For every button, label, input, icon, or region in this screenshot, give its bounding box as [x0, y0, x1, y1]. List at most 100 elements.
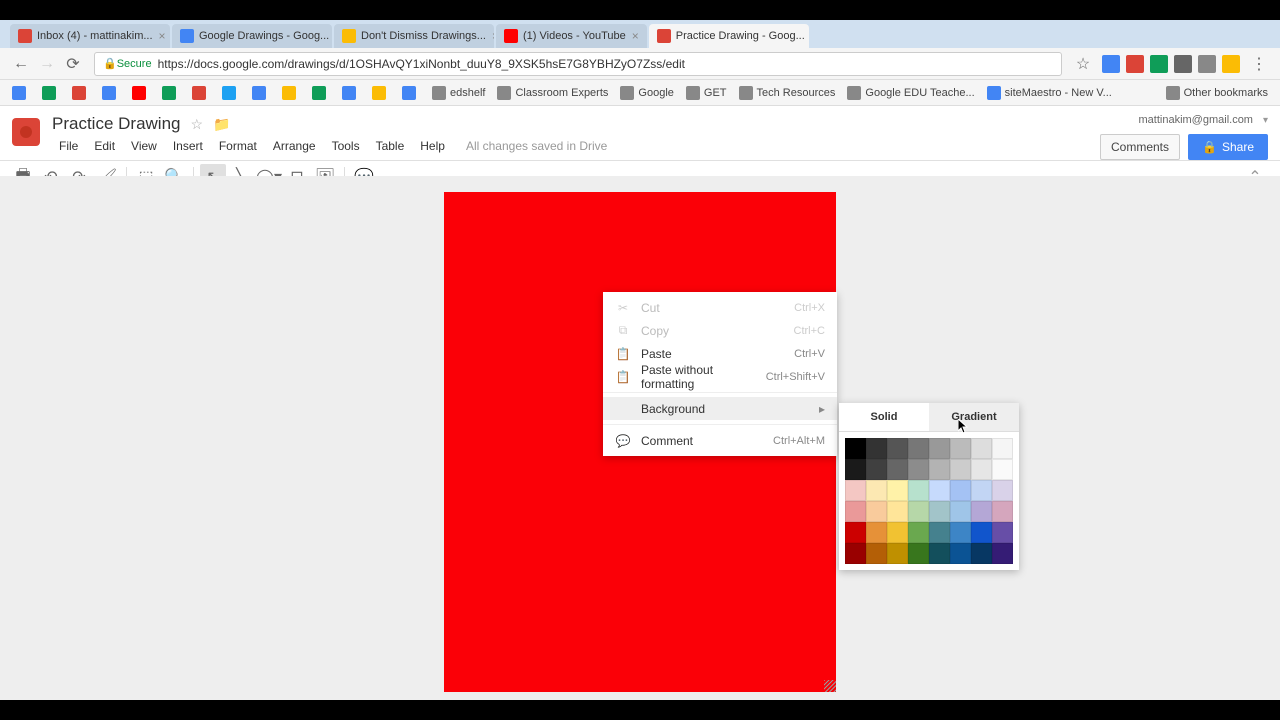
color-swatch[interactable]	[845, 501, 866, 522]
bookmark-item[interactable]: GET	[682, 84, 731, 102]
color-swatch[interactable]	[887, 522, 908, 543]
bookmark-item[interactable]	[8, 84, 34, 102]
back-button[interactable]: ←	[10, 53, 32, 75]
color-swatch[interactable]	[971, 522, 992, 543]
color-swatch[interactable]	[971, 438, 992, 459]
share-button[interactable]: 🔒Share	[1188, 134, 1268, 160]
color-swatch[interactable]	[950, 543, 971, 564]
ctx-background[interactable]: Background▸	[603, 397, 837, 420]
color-swatch[interactable]	[950, 480, 971, 501]
color-swatch[interactable]	[992, 480, 1013, 501]
url-input[interactable]: 🔒 Secure https://docs.google.com/drawing…	[94, 52, 1062, 76]
bookmark-item[interactable]: Google	[616, 84, 677, 102]
bookmark-item[interactable]: Classroom Experts	[493, 84, 612, 102]
menu-view[interactable]: View	[124, 136, 164, 156]
color-swatch[interactable]	[950, 438, 971, 459]
drawings-logo-icon[interactable]	[12, 118, 40, 146]
menu-insert[interactable]: Insert	[166, 136, 210, 156]
bookmark-item[interactable]: edshelf	[428, 84, 489, 102]
tab-gradient[interactable]: Gradient	[929, 403, 1019, 431]
ext-icon[interactable]	[1150, 55, 1168, 73]
ext-icon[interactable]	[1102, 55, 1120, 73]
color-swatch[interactable]	[950, 459, 971, 480]
menu-table[interactable]: Table	[369, 136, 412, 156]
tab-solid[interactable]: Solid	[839, 403, 929, 431]
menu-format[interactable]: Format	[212, 136, 264, 156]
color-swatch[interactable]	[887, 459, 908, 480]
bookmark-item[interactable]	[68, 84, 94, 102]
color-swatch[interactable]	[908, 522, 929, 543]
color-swatch[interactable]	[866, 501, 887, 522]
ext-icon[interactable]	[1198, 55, 1216, 73]
color-swatch[interactable]	[971, 480, 992, 501]
color-swatch[interactable]	[866, 522, 887, 543]
bookmark-item[interactable]	[158, 84, 184, 102]
bookmark-item[interactable]	[248, 84, 274, 102]
bookmark-item[interactable]	[218, 84, 244, 102]
other-bookmarks[interactable]: Other bookmarks	[1162, 84, 1272, 102]
color-swatch[interactable]	[929, 543, 950, 564]
menu-arrange[interactable]: Arrange	[266, 136, 323, 156]
color-swatch[interactable]	[929, 522, 950, 543]
tab-drawings[interactable]: Google Drawings - Goog...×	[172, 24, 332, 48]
bookmark-item[interactable]: Tech Resources	[735, 84, 840, 102]
menu-help[interactable]: Help	[413, 136, 452, 156]
color-swatch[interactable]	[887, 543, 908, 564]
reload-button[interactable]: ⟳	[62, 53, 84, 75]
bookmark-item[interactable]	[398, 84, 424, 102]
color-swatch[interactable]	[908, 501, 929, 522]
comments-button[interactable]: Comments	[1100, 134, 1180, 160]
ext-icon[interactable]	[1174, 55, 1192, 73]
color-swatch[interactable]	[929, 501, 950, 522]
user-email[interactable]: mattinakim@gmail.com	[1139, 114, 1253, 126]
color-swatch[interactable]	[971, 501, 992, 522]
color-swatch[interactable]	[929, 438, 950, 459]
color-swatch[interactable]	[908, 459, 929, 480]
ext-icon[interactable]	[1126, 55, 1144, 73]
bookmark-item[interactable]	[338, 84, 364, 102]
color-swatch[interactable]	[908, 480, 929, 501]
color-swatch[interactable]	[866, 438, 887, 459]
bookmark-item[interactable]: Google EDU Teache...	[843, 84, 978, 102]
tab-dismiss[interactable]: Don't Dismiss Drawings...×	[334, 24, 494, 48]
color-swatch[interactable]	[992, 459, 1013, 480]
color-swatch[interactable]	[929, 480, 950, 501]
color-swatch[interactable]	[866, 543, 887, 564]
menu-tools[interactable]: Tools	[325, 136, 367, 156]
close-icon[interactable]: ×	[159, 29, 166, 43]
color-swatch[interactable]	[971, 543, 992, 564]
bookmark-item[interactable]	[38, 84, 64, 102]
star-icon[interactable]: ☆	[1072, 53, 1094, 75]
color-swatch[interactable]	[908, 438, 929, 459]
tab-practice-drawing[interactable]: Practice Drawing - Goog...×	[649, 24, 809, 48]
menu-edit[interactable]: Edit	[87, 136, 122, 156]
color-swatch[interactable]	[887, 501, 908, 522]
color-swatch[interactable]	[845, 438, 866, 459]
close-icon[interactable]: ×	[632, 29, 639, 43]
bookmark-item[interactable]	[278, 84, 304, 102]
document-title[interactable]: Practice Drawing	[52, 114, 181, 134]
color-swatch[interactable]	[992, 522, 1013, 543]
bookmark-item[interactable]	[368, 84, 394, 102]
color-swatch[interactable]	[950, 522, 971, 543]
menu-file[interactable]: File	[52, 136, 85, 156]
ctx-paste-without-formatting[interactable]: 📋Paste without formattingCtrl+Shift+V	[603, 365, 837, 388]
bookmark-item[interactable]	[188, 84, 214, 102]
color-swatch[interactable]	[845, 522, 866, 543]
color-swatch[interactable]	[845, 480, 866, 501]
star-icon[interactable]: ☆	[191, 116, 204, 133]
bookmark-item[interactable]	[98, 84, 124, 102]
bookmark-item[interactable]: siteMaestro - New V...	[983, 84, 1116, 102]
canvas-area[interactable]: ✂CutCtrl+X⧉CopyCtrl+C📋PasteCtrl+V📋Paste …	[0, 176, 1280, 700]
color-swatch[interactable]	[929, 459, 950, 480]
color-swatch[interactable]	[992, 438, 1013, 459]
ext-icon[interactable]	[1222, 55, 1240, 73]
color-swatch[interactable]	[845, 543, 866, 564]
color-swatch[interactable]	[992, 543, 1013, 564]
bookmark-item[interactable]	[308, 84, 334, 102]
ctx-comment[interactable]: 💬CommentCtrl+Alt+M	[603, 429, 837, 452]
color-swatch[interactable]	[845, 459, 866, 480]
color-swatch[interactable]	[908, 543, 929, 564]
color-swatch[interactable]	[866, 480, 887, 501]
color-swatch[interactable]	[887, 438, 908, 459]
